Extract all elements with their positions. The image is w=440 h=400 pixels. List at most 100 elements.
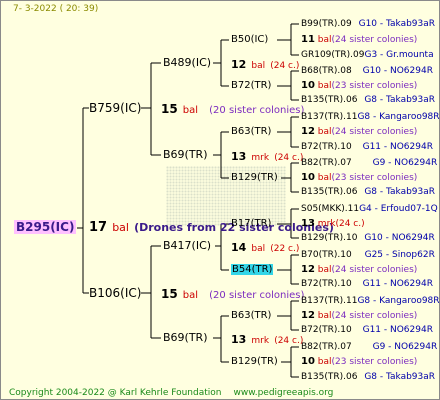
gen3-queen-6[interactable]: B54(TR) [231,264,274,276]
root-queen-label: B295(IC) [16,220,75,234]
gen3-sisters-8: (23 sister colonies) [331,357,418,367]
gen4-entry-2[interactable]: GR109(TR).09G3 - Gr.mounta [301,49,434,61]
gen1-drone-unit-1: bal [182,105,199,116]
gen2-drone-count-4: 13 [231,333,247,346]
gen4-entry-5[interactable]: B137(TR).11G8 - Kangaroo98R [301,111,440,123]
gen4-entry-1[interactable]: B99(TR).09 G10 - Takab93aR [301,18,435,30]
gen2-drone-unit-3: bal [251,244,266,254]
gen3-drone-info-2: 10 bal(23 sister colonies) [301,80,417,92]
gen4-line-14: G11 - NO6294R [362,325,433,335]
footer-url-link[interactable]: www.pedigreeapis.org [233,388,333,398]
gen1-drone-info-1: 15 bal (20 sister colonies) [161,102,304,117]
gen2-queen-4[interactable]: B69(TR) [163,332,208,344]
gen2-drone-info-2: 13 mrk (24 c.) [231,149,303,164]
gen4-line-4: G8 - Takab93aR [364,95,436,105]
gen3-drone-unit-5: mrk [317,219,336,229]
gen4-entry-3[interactable]: B68(TR).08 G10 - NO6294R [301,65,433,77]
root-queen[interactable]: B295(IC) [14,220,77,234]
gen3-drone-count-8: 10 [301,356,315,367]
gen3-drone-count-3: 12 [301,126,315,137]
gen2-sisters-1: (24 c.) [270,61,300,71]
gen3-sisters-5: (24 c.) [335,219,365,229]
gen2-queen-3[interactable]: B417(IC) [163,240,211,252]
gen3-drone-info-6: 12 bal(24 sister colonies) [301,264,417,276]
gen3-drone-count-7: 12 [301,310,315,321]
gen4-id-10: B129(TR).10 [301,233,358,243]
gen3-drone-unit-8: bal [317,357,332,367]
gen3-drone-unit-4: bal [317,173,332,183]
gen4-id-2: GR109(TR).09 [301,50,365,60]
pedigree-frame: 7- 3-2022 ( 20: 39) B295(IC) 17 bal (Dro… [0,0,440,400]
gen3-drone-info-3: 12 bal(24 sister colonies) [301,126,417,138]
gen3-queen-2[interactable]: B72(TR) [231,80,271,92]
gen3-queen-7[interactable]: B63(TR) [231,310,271,322]
gen4-id-14: B72(TR).10 [301,325,352,335]
gen1-sisters-1: (20 sister colonies) [209,105,305,116]
gen3-queen-4[interactable]: B129(TR) [231,172,278,184]
gen3-queen-3[interactable]: B63(TR) [231,126,271,138]
gen3-sisters-1: (24 sister colonies) [331,35,418,45]
gen4-id-7: B82(TR).07 [301,158,352,168]
gen3-drone-info-1: 11 bal(24 sister colonies) [301,34,417,46]
gen2-drone-count-2: 13 [231,150,247,163]
gen4-entry-16[interactable]: B135(TR).06 G8 - Takab93aR [301,371,435,383]
gen3-drone-count-2: 10 [301,80,315,91]
gen4-line-9: G4 - Erfoud07-1Q [359,204,438,214]
root-drone-unit: bal [112,221,129,234]
gen3-sisters-2: (23 sister colonies) [331,81,418,91]
gen3-drone-count-1: 11 [301,34,315,45]
gen4-entry-12[interactable]: B72(TR).10 G11 - NO6294R [301,278,433,290]
gen4-line-2: G3 - Gr.mounta [364,50,434,60]
gen3-drone-count-5: 13 [301,218,315,229]
gen4-id-12: B72(TR).10 [301,279,352,289]
gen4-entry-11[interactable]: B70(TR).10 G25 - Sinop62R [301,249,435,261]
gen4-entry-6[interactable]: B72(TR).10 G11 - NO6294R [301,141,433,153]
gen3-drone-info-4: 10 bal(23 sister colonies) [301,172,417,184]
gen4-entry-8[interactable]: B135(TR).06 G8 - Takab93aR [301,186,435,198]
footer: Copyright 2004-2022 @ Karl Kehrle Founda… [9,387,333,399]
gen1-queen-1[interactable]: B759(IC) [89,102,141,114]
gen3-queen-5[interactable]: B17(TR) [231,218,271,230]
gen4-id-13: B137(TR).11 [301,296,358,306]
gen1-drone-unit-2: bal [182,290,199,301]
gen3-queen-1[interactable]: B50(IC) [231,34,268,46]
gen4-line-8: G8 - Takab93aR [364,187,436,197]
gen4-entry-13[interactable]: B137(TR).11G8 - Kangaroo98R [301,295,440,307]
gen4-id-6: B72(TR).10 [301,142,352,152]
gen3-drone-count-4: 10 [301,172,315,183]
gen3-drone-unit-3: bal [317,127,332,137]
gen4-entry-9[interactable]: S05(MKK).11G4 - Erfoud07-1Q [301,203,438,215]
report-date: 7- 3-2022 ( 20: 39) [13,4,99,14]
gen3-drone-unit-6: bal [317,265,332,275]
gen2-drone-count-3: 14 [231,241,247,254]
gen3-drone-info-7: 12 bal(24 sister colonies) [301,310,417,322]
gen4-id-3: B68(TR).08 [301,66,352,76]
gen4-line-5: G8 - Kangaroo98R [357,112,440,122]
root-drone-count: 17 [89,220,108,235]
gen1-queen-2[interactable]: B106(IC) [89,287,141,299]
gen2-queen-1[interactable]: B489(IC) [163,57,211,69]
gen2-drone-count-1: 12 [231,58,247,71]
gen3-queen-6-label: B54(TR) [231,264,274,275]
gen2-queen-2[interactable]: B69(TR) [163,149,208,161]
gen4-id-8: B135(TR).06 [301,187,358,197]
gen4-line-7: G9 - NO6294R [372,158,438,168]
gen2-sisters-4: (24 c.) [274,336,304,346]
gen3-drone-count-6: 12 [301,264,315,275]
gen4-entry-10[interactable]: B129(TR).10 G10 - NO6294R [301,232,435,244]
gen4-entry-4[interactable]: B135(TR).06 G8 - Takab93aR [301,94,435,106]
gen4-line-13: G8 - Kangaroo98R [357,296,440,306]
gen4-entry-14[interactable]: B72(TR).10 G11 - NO6294R [301,324,433,336]
footer-copyright: Copyright 2004-2022 @ Karl Kehrle Founda… [9,388,222,398]
gen3-drone-unit-1: bal [317,35,332,45]
gen2-drone-unit-1: bal [251,61,266,71]
gen2-drone-info-4: 13 mrk (24 c.) [231,332,303,347]
gen4-entry-7[interactable]: B82(TR).07 G9 - NO6294R [301,157,437,169]
gen3-drone-info-5: 13 mrk(24 c.) [301,218,365,230]
gen1-drone-count-2: 15 [161,287,178,301]
gen4-line-10: G10 - NO6294R [364,233,435,243]
gen4-entry-15[interactable]: B82(TR).07 G9 - NO6294R [301,341,437,353]
gen1-drone-count-1: 15 [161,102,178,116]
gen3-queen-8[interactable]: B129(TR) [231,356,278,368]
gen2-drone-unit-4: mrk [251,336,270,346]
